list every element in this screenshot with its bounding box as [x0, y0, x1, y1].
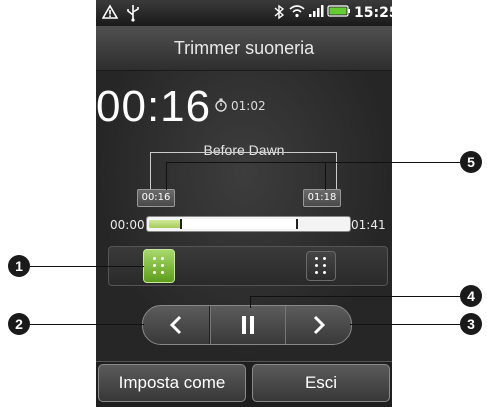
title-bar: Trimmer suoneria	[96, 26, 392, 71]
callout-line-3	[350, 324, 460, 325]
end-marker-time: 01:18	[303, 189, 341, 207]
total-duration: 01:02	[231, 99, 266, 113]
status-time: 15:25	[354, 5, 399, 21]
callout-5: 5	[460, 151, 482, 173]
callout-line-1	[30, 266, 144, 267]
marker-guide-top	[150, 152, 336, 153]
page-title: Trimmer suoneria	[173, 38, 315, 58]
wifi-icon	[289, 4, 305, 23]
callout-4: 4	[460, 285, 482, 307]
marker-guide-end	[336, 152, 337, 190]
grip-icon	[315, 257, 327, 275]
signal-icon	[308, 4, 324, 23]
callout-line-5-drop-b	[325, 162, 326, 190]
callout-line-5	[166, 162, 460, 163]
track-progress-bar[interactable]	[146, 216, 351, 232]
start-marker-time: 00:16	[137, 189, 175, 207]
battery-icon	[327, 4, 351, 23]
callout-3: 3	[460, 313, 482, 335]
callout-line-4	[250, 296, 460, 297]
bluetooth-icon	[274, 4, 285, 25]
marker-guide-start	[150, 152, 151, 190]
played-portion	[149, 220, 181, 228]
usb-icon	[126, 4, 140, 27]
next-button[interactable]	[285, 306, 351, 344]
callout-line-5-drop-a	[166, 162, 167, 190]
track-start-time: 00:00	[110, 218, 145, 232]
exit-button[interactable]: Esci	[252, 364, 390, 402]
callout-line-2	[30, 324, 144, 325]
previous-button[interactable]	[143, 306, 210, 344]
track-end-time: 01:41	[351, 218, 386, 232]
stopwatch-icon	[214, 97, 228, 112]
pause-button[interactable]	[210, 306, 286, 344]
set-as-button[interactable]: Imposta come	[98, 364, 246, 402]
current-time: 00:16	[96, 82, 212, 131]
grip-icon	[153, 257, 165, 275]
song-title: Before Dawn	[203, 142, 285, 158]
callout-2: 2	[8, 313, 30, 335]
end-trim-handle[interactable]	[306, 251, 336, 281]
chevron-left-icon	[169, 315, 182, 335]
callout-1: 1	[8, 255, 30, 277]
status-bar: 15:25	[96, 0, 399, 27]
chevron-right-icon	[313, 315, 326, 335]
trim-selection	[180, 219, 298, 229]
start-trim-handle[interactable]	[143, 249, 175, 283]
pause-icon	[242, 316, 254, 334]
playback-controls	[142, 305, 352, 345]
callout-line-4-drop	[250, 296, 251, 308]
warning-icon	[101, 4, 119, 25]
